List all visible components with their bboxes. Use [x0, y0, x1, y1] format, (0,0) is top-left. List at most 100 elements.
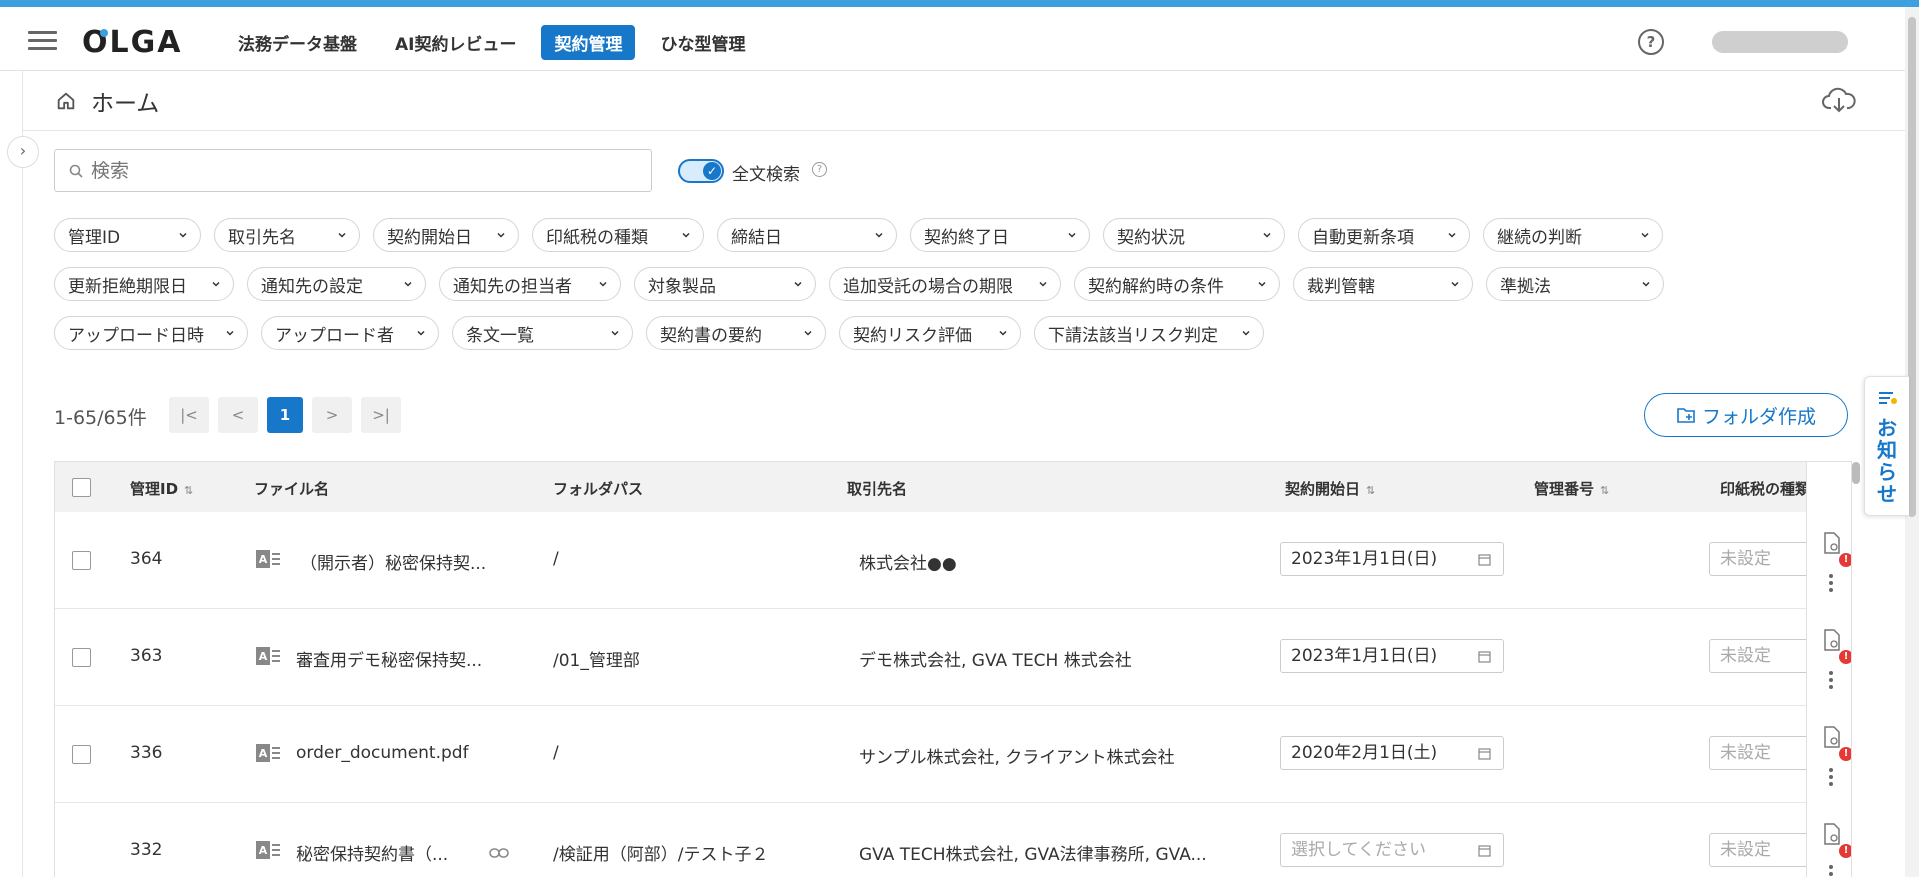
start-date-picker[interactable]: 選択してください: [1280, 833, 1504, 867]
filter-chip[interactable]: アップロード者: [261, 316, 439, 350]
user-menu[interactable]: [1712, 31, 1848, 53]
create-folder-button[interactable]: フォルダ作成: [1644, 393, 1848, 437]
filter-chip[interactable]: アップロード日時: [54, 316, 248, 350]
result-count: 1-65/65件: [54, 407, 147, 429]
breadcrumb: ホーム: [55, 84, 159, 118]
filter-chip[interactable]: 管理ID: [54, 218, 201, 252]
nav-ai-review[interactable]: AI契約レビュー: [382, 25, 529, 60]
table-row[interactable]: 336 A order_document.pdf / サンプル株式会社, クライ…: [55, 706, 1851, 803]
sidebar-rail: [22, 70, 23, 877]
link-icon[interactable]: [489, 847, 509, 859]
filter-chip[interactable]: 契約書の要約: [646, 316, 826, 350]
fulltext-label: 全文検索: [732, 165, 800, 185]
chevron-down-icon: [404, 281, 412, 287]
help-icon[interactable]: ?: [1638, 29, 1664, 55]
filter-chip[interactable]: 裁判管轄: [1293, 267, 1473, 301]
start-date-picker[interactable]: 2023年1月1日(日): [1280, 639, 1504, 673]
info-icon[interactable]: ?: [812, 162, 827, 177]
file-preview-icon[interactable]: [1823, 629, 1841, 651]
news-label: お知らせ: [1877, 416, 1897, 506]
more-options-icon[interactable]: [1829, 671, 1833, 692]
file-preview-icon[interactable]: [1823, 823, 1841, 845]
row-checkbox[interactable]: [72, 551, 91, 570]
row-checkbox[interactable]: [72, 648, 91, 667]
page-button[interactable]: 1: [267, 397, 303, 433]
stamp-select[interactable]: 未設定: [1709, 736, 1819, 770]
more-options-icon[interactable]: [1829, 865, 1833, 877]
start-date-picker[interactable]: 2023年1月1日(日): [1280, 542, 1504, 576]
first-page-button[interactable]: |<: [169, 397, 209, 433]
chevron-down-icon: [417, 330, 425, 336]
table-row[interactable]: 332 A 秘密保持契約書（... /検証用（阿部）/テスト子２ GVA TEC…: [55, 803, 1851, 877]
cell-file-name[interactable]: 審査用デモ秘密保持契...: [296, 646, 482, 671]
filter-chip[interactable]: 契約解約時の条件: [1074, 267, 1280, 301]
cell-id: 363: [130, 646, 163, 666]
chevron-down-icon: [875, 232, 883, 238]
filter-chip[interactable]: 条文一覧: [452, 316, 633, 350]
nav-contract-management[interactable]: 契約管理: [541, 25, 636, 60]
table-row[interactable]: 363 A 審査用デモ秘密保持契... /01_管理部 デモ株式会社, GVA …: [55, 609, 1851, 706]
table-row[interactable]: 364 A （開示者）秘密保持契... / 株式会社●● 2023年1月1日(日…: [55, 512, 1851, 609]
app-logo[interactable]: OLGA: [82, 25, 182, 60]
cell-folder: /: [553, 743, 559, 763]
filter-chip[interactable]: 締結日: [717, 218, 897, 252]
filter-chip[interactable]: 契約状況: [1103, 218, 1285, 252]
fulltext-toggle[interactable]: ✓: [678, 159, 724, 183]
cell-file-name[interactable]: （開示者）秘密保持契...: [300, 549, 486, 574]
table-scrollbar-thumb[interactable]: [1852, 462, 1860, 484]
last-page-button[interactable]: >|: [361, 397, 401, 433]
more-options-icon[interactable]: [1829, 768, 1833, 789]
filter-bar: 管理ID 取引先名 契約開始日 印紙税の種類 締結日 契約終了日 契約状況 自動…: [54, 218, 1854, 365]
filter-chip[interactable]: 印紙税の種類: [532, 218, 704, 252]
filter-chip[interactable]: 継続の判断: [1483, 218, 1663, 252]
filter-chip[interactable]: 追加受託の場合の期限: [829, 267, 1061, 301]
sort-icon[interactable]: ⇅: [184, 484, 193, 497]
filter-chip[interactable]: 取引先名: [214, 218, 360, 252]
home-icon[interactable]: [55, 90, 77, 112]
nav-template-management[interactable]: ひな型管理: [647, 25, 758, 60]
prev-page-button[interactable]: <: [218, 397, 258, 433]
search-input[interactable]: [89, 158, 613, 183]
stamp-select[interactable]: 未設定: [1709, 639, 1819, 673]
next-page-button[interactable]: >: [312, 397, 352, 433]
column-header-id[interactable]: 管理ID ⇅: [130, 478, 193, 499]
chevron-down-icon: [1448, 232, 1456, 238]
filter-chip[interactable]: 契約終了日: [910, 218, 1090, 252]
row-checkbox[interactable]: [72, 745, 91, 764]
search-field[interactable]: [54, 149, 652, 192]
filter-row-2: 更新拒絶期限日 通知先の設定 通知先の担当者 対象製品 追加受託の場合の期限 契…: [54, 267, 1854, 301]
file-preview-icon[interactable]: [1823, 726, 1841, 748]
cell-file-name[interactable]: order_document.pdf: [296, 743, 469, 763]
sidebar-expand-icon[interactable]: ›: [7, 136, 39, 168]
more-options-icon[interactable]: [1829, 574, 1833, 595]
filter-chip[interactable]: 準拠法: [1486, 267, 1664, 301]
filter-chip[interactable]: 通知先の設定: [247, 267, 426, 301]
select-all-checkbox[interactable]: [72, 478, 91, 497]
cell-folder: /検証用（阿部）/テスト子２: [553, 845, 769, 865]
filter-chip[interactable]: 自動更新条項: [1298, 218, 1470, 252]
sort-icon[interactable]: ⇅: [1600, 484, 1609, 497]
filter-chip[interactable]: 通知先の担当者: [439, 267, 621, 301]
cell-id: 336: [130, 743, 163, 763]
filter-chip[interactable]: 契約開始日: [373, 218, 519, 252]
cell-folder: /: [553, 549, 559, 569]
start-date-picker[interactable]: 2020年2月1日(土): [1280, 736, 1504, 770]
file-preview-icon[interactable]: [1823, 532, 1841, 554]
chevron-down-icon: [497, 232, 505, 238]
cloud-download-icon[interactable]: [1822, 86, 1856, 114]
filter-chip[interactable]: 更新拒絶期限日: [54, 267, 234, 301]
filter-chip[interactable]: 対象製品: [634, 267, 816, 301]
menu-icon[interactable]: [28, 31, 57, 51]
news-tab[interactable]: お知らせ: [1864, 376, 1909, 516]
sort-icon[interactable]: ⇅: [1366, 484, 1375, 497]
stamp-select[interactable]: 未設定: [1709, 833, 1819, 867]
filter-chip[interactable]: 契約リスク評価: [839, 316, 1021, 350]
cell-file-name[interactable]: 秘密保持契約書（...: [296, 840, 448, 865]
column-header-number[interactable]: 管理番号 ⇅: [1534, 478, 1609, 499]
column-header-start[interactable]: 契約開始日 ⇅: [1285, 478, 1375, 499]
filter-chip[interactable]: 下請法該当リスク判定: [1034, 316, 1264, 350]
stamp-select[interactable]: 未設定: [1709, 542, 1819, 576]
scrollbar-thumb[interactable]: [1908, 17, 1916, 517]
nav-legal-data[interactable]: 法務データ基盤: [225, 25, 370, 60]
chevron-down-icon: [682, 232, 690, 238]
